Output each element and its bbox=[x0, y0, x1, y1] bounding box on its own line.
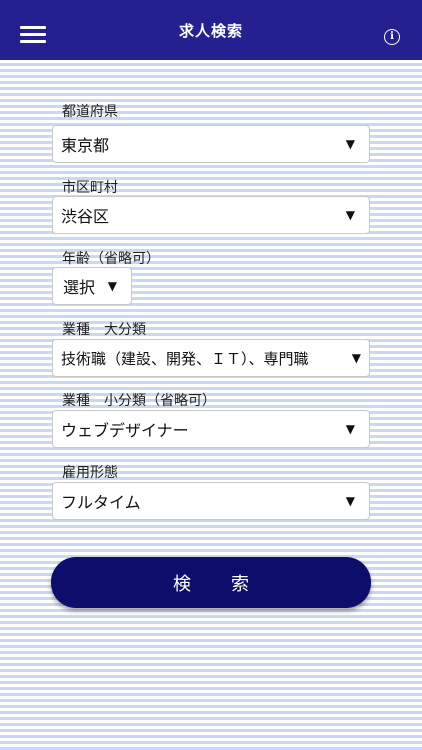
category-major-label: 業種 大分類 bbox=[62, 322, 146, 338]
info-icon[interactable]: i bbox=[384, 29, 400, 45]
employment-value: フルタイム bbox=[61, 493, 141, 512]
age-label: 年齢（省略可） bbox=[62, 251, 160, 267]
city-value: 渋谷区 bbox=[61, 207, 110, 226]
category-minor-label: 業種 小分類（省略可） bbox=[62, 393, 216, 409]
age-value: 選択 bbox=[63, 278, 96, 297]
employment-label: 雇用形態 bbox=[62, 465, 118, 481]
dropdown-arrow-icon: ▼ bbox=[345, 137, 355, 151]
age-select[interactable]: 選択 ▼ bbox=[52, 267, 132, 305]
city-label: 市区町村 bbox=[62, 180, 118, 196]
search-button[interactable]: 検索 bbox=[51, 557, 371, 608]
city-select[interactable]: 渋谷区 ▼ bbox=[52, 196, 370, 234]
prefecture-value: 東京都 bbox=[61, 136, 110, 155]
prefecture-label: 都道府県 bbox=[62, 104, 118, 120]
category-major-value: 技術職（建設、開発、ＩＴ）、専門職 bbox=[61, 349, 309, 368]
hamburger-menu-icon[interactable] bbox=[20, 26, 46, 44]
dropdown-arrow-icon: ▼ bbox=[345, 494, 355, 508]
app-header: 求人検索 i bbox=[0, 0, 422, 60]
category-minor-select[interactable]: ウェブデザイナー ▼ bbox=[52, 410, 370, 448]
employment-select[interactable]: フルタイム ▼ bbox=[52, 482, 370, 520]
dropdown-arrow-icon: ▼ bbox=[351, 351, 361, 365]
category-minor-value: ウェブデザイナー bbox=[61, 421, 189, 440]
dropdown-arrow-icon: ▼ bbox=[107, 279, 117, 293]
dropdown-arrow-icon: ▼ bbox=[345, 422, 355, 436]
category-major-select[interactable]: 技術職（建設、開発、ＩＴ）、専門職 ▼ bbox=[52, 339, 370, 377]
dropdown-arrow-icon: ▼ bbox=[345, 208, 355, 222]
page-title: 求人検索 bbox=[178, 21, 243, 40]
prefecture-select[interactable]: 東京都 ▼ bbox=[52, 125, 370, 163]
